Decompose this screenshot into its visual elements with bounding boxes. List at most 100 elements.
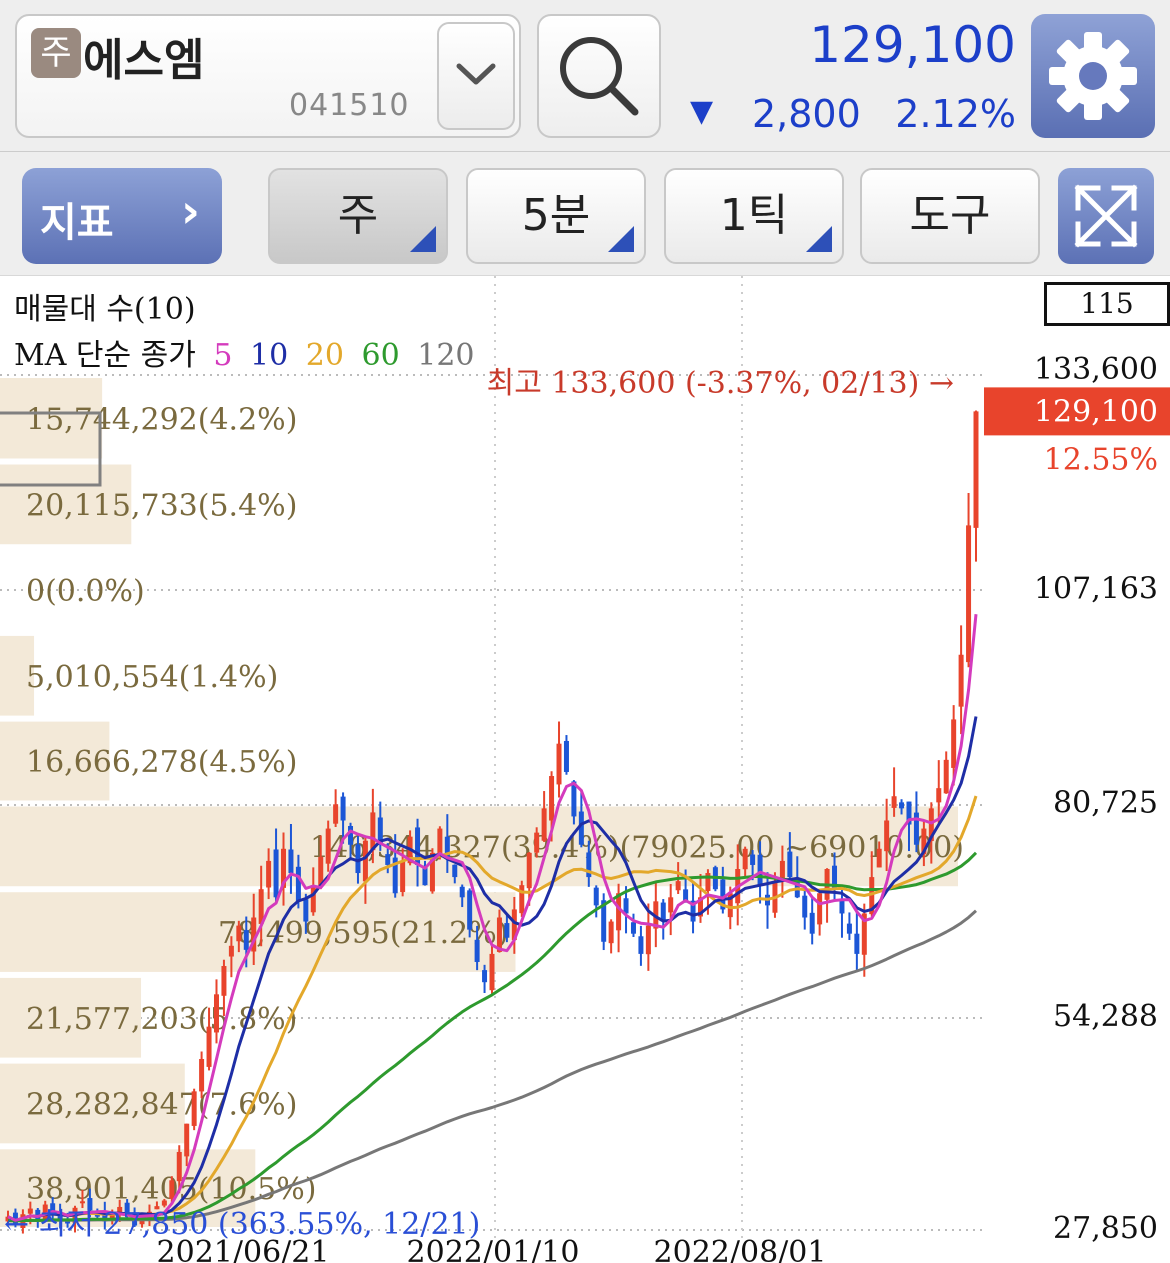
- expand-icon: [1074, 184, 1138, 248]
- candle-body: [340, 796, 346, 821]
- candle-body: [79, 1201, 85, 1204]
- candle-body: [817, 893, 823, 925]
- price-chart[interactable]: 15,744,292(4.2%) 20,115,733(5.4%) 0(0.0%) 5…: [0, 276, 1170, 1263]
- indicator-label: 지표: [40, 200, 114, 246]
- candle-body: [966, 525, 972, 663]
- candle-body: [228, 945, 234, 957]
- period-label: 주: [337, 190, 379, 241]
- candle-body: [489, 953, 495, 991]
- volume-profile-label: 0(0.0%): [26, 574, 145, 609]
- stock-dropdown-button[interactable]: [437, 22, 515, 130]
- candle-body: [556, 743, 562, 785]
- candle-body: [563, 740, 569, 772]
- candle-body: [936, 788, 942, 803]
- ma60-label: 60: [361, 338, 400, 373]
- volume-profile-label: 20,115,733(5.4%): [26, 488, 297, 523]
- volume-profile-label: 16,666,278(4.5%): [26, 745, 297, 780]
- search-button[interactable]: [537, 14, 661, 138]
- candle-body: [757, 854, 763, 886]
- candle-body: [169, 1180, 175, 1199]
- candle-body: [638, 936, 644, 954]
- ma120-label: 120: [417, 338, 475, 373]
- chart-toolbar: 지표 › 주 5분 1틱 도구: [0, 152, 1170, 276]
- ma-title: MA 단순 종가: [14, 338, 196, 373]
- candle-body: [206, 1026, 212, 1067]
- interval-5min-button[interactable]: 5분: [466, 168, 646, 264]
- candle-body: [191, 1091, 197, 1126]
- dropdown-triangle-icon: [806, 226, 832, 252]
- price-axis-label: 133,600: [1034, 352, 1158, 387]
- stock-header: 주 에스엠 041510 129,100 ▼ 2,800 2.12%: [0, 0, 1170, 152]
- candle-body: [266, 860, 272, 888]
- dropdown-triangle-icon: [608, 226, 634, 252]
- expand-button[interactable]: [1058, 168, 1154, 264]
- candle-body: [295, 866, 301, 902]
- candle-body: [519, 885, 525, 914]
- period-weekly-button[interactable]: 주: [268, 168, 448, 264]
- ma10-label: 10: [250, 338, 289, 373]
- ma-legend: MA 단순 종가 5 10 20 60 120: [14, 330, 483, 374]
- candle-body: [161, 1200, 167, 1206]
- candle-body: [236, 925, 242, 942]
- candle-body: [333, 804, 339, 824]
- dropdown-triangle-icon: [410, 226, 436, 252]
- candle-body: [876, 848, 882, 868]
- interval-label: 5분: [521, 190, 591, 241]
- candle-body: [482, 970, 488, 983]
- candle-body: [787, 851, 793, 878]
- current-change-pct: 12.55%: [1044, 442, 1158, 477]
- stock-selector[interactable]: 주 에스엠 041510: [15, 14, 521, 138]
- candle-body: [675, 881, 681, 891]
- candle-body: [958, 654, 964, 707]
- high-annotation: 최고 133,600 (-3.37%, 02/13) →: [487, 366, 954, 401]
- volume-profile-title: 매물대 수(10): [14, 292, 196, 327]
- stock-name: 에스엠: [83, 35, 205, 86]
- change-value: 2,800: [752, 92, 861, 136]
- ma5-label: 5: [213, 338, 233, 373]
- candle-body: [467, 890, 473, 930]
- search-icon: [560, 37, 639, 116]
- current-price-tag-label: 129,100: [1034, 394, 1158, 429]
- volume-profile-label: 5,010,554(1.4%): [26, 660, 278, 695]
- tick-button[interactable]: 1틱: [664, 168, 844, 264]
- gear-icon: [1049, 32, 1137, 120]
- candle-body: [400, 860, 406, 893]
- candle-body: [273, 849, 279, 898]
- candle-body: [668, 897, 674, 913]
- candle-body: [310, 885, 316, 913]
- candle-body: [973, 411, 979, 528]
- change-direction-icon: ▼: [690, 94, 714, 129]
- volume-profile: 15,744,292(4.2%) 20,115,733(5.4%) 0(0.0%) 5…: [0, 378, 964, 1227]
- settings-button[interactable]: [1031, 14, 1155, 138]
- candle-body: [348, 825, 354, 845]
- candle-body: [184, 1123, 190, 1157]
- price-axis-label: 80,725: [1053, 786, 1158, 821]
- stock-code: 041510: [289, 88, 410, 123]
- candle-count-box[interactable]: 115: [1044, 282, 1170, 326]
- candle-body: [474, 939, 480, 962]
- candle-body: [943, 759, 949, 794]
- candle-body: [288, 849, 294, 874]
- candle-body: [221, 966, 227, 996]
- price-axis: 133,600 107,163 80,725 54,288 27,850 129,100 1…: [984, 352, 1170, 1246]
- candle-body: [742, 848, 748, 870]
- candle-body: [623, 898, 629, 914]
- indicator-button[interactable]: 지표 ›: [22, 168, 222, 264]
- candle-body: [593, 887, 599, 906]
- candle-body: [630, 922, 636, 934]
- ma20-label: 20: [305, 338, 344, 373]
- candle-body: [526, 852, 532, 889]
- candle-body: [325, 828, 331, 864]
- candle-body: [541, 808, 547, 841]
- price-axis-label: 54,288: [1053, 999, 1158, 1034]
- candle-body: [951, 719, 957, 768]
- candle-body: [303, 899, 309, 922]
- candle-body: [370, 812, 376, 851]
- candle-body: [176, 1151, 182, 1182]
- volume-profile-label: 21,577,203(5.8%): [26, 1002, 297, 1037]
- candle-body: [846, 923, 852, 934]
- candle-body: [608, 921, 614, 944]
- market-badge: 주: [31, 28, 81, 78]
- tools-button[interactable]: 도구: [860, 168, 1040, 264]
- price-axis-label: 27,850: [1053, 1211, 1158, 1246]
